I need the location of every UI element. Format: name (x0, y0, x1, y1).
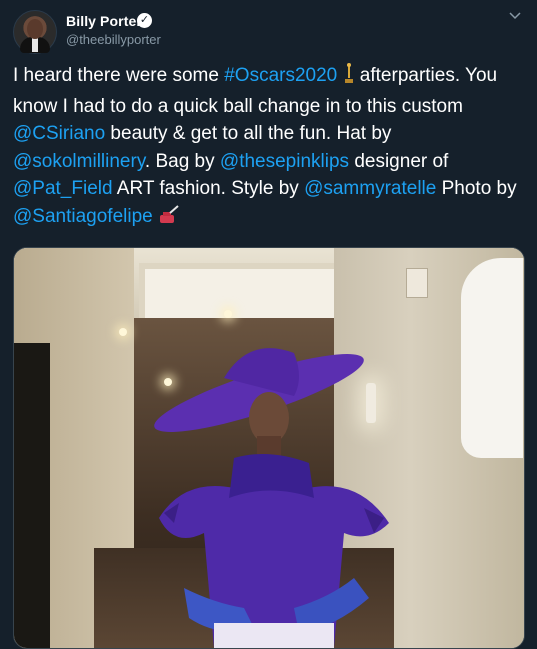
avatar[interactable] (13, 10, 57, 54)
mention-link[interactable]: @sokolmillinery (13, 151, 145, 172)
mention-link[interactable]: @Pat_Field (13, 178, 113, 199)
nail-polish-icon (158, 204, 180, 234)
person-in-purple-gown (154, 348, 389, 648)
chevron-down-icon[interactable] (509, 12, 521, 22)
text-segment: I heard there were some (13, 65, 225, 86)
mention-link[interactable]: @Santiagofelipe (13, 206, 153, 227)
mention-link[interactable]: @CSiriano (13, 123, 105, 144)
tweet-text: I heard there were some #Oscars2020 afte… (13, 62, 528, 233)
mention-link[interactable]: @sammyratelle (304, 178, 436, 199)
verified-badge-icon: ✓ (137, 13, 152, 28)
mention-link[interactable]: @thesepinklips (220, 151, 349, 172)
oscar-statue-icon (343, 62, 355, 93)
tweet-header: Billy Porter ✓ @theebillyporter (0, 0, 537, 60)
author-handle[interactable]: @theebillyporter (66, 32, 161, 47)
tweet-photo[interactable] (13, 247, 525, 649)
author-name[interactable]: Billy Porter (66, 13, 142, 29)
hashtag-link[interactable]: #Oscars2020 (224, 65, 337, 86)
